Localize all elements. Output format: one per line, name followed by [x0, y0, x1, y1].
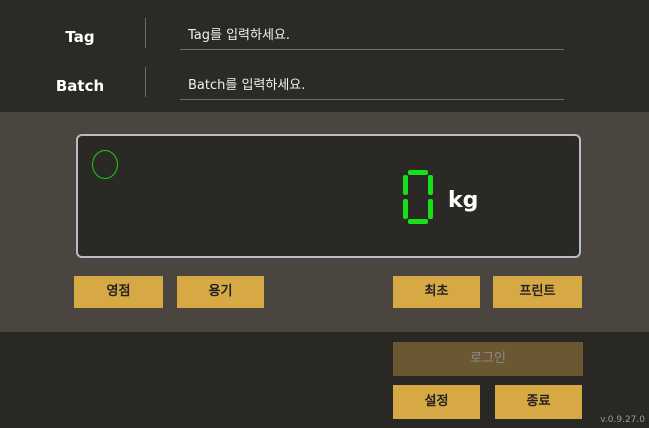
- tag-label: Tag: [65, 28, 95, 46]
- zero-button[interactable]: 영점: [74, 276, 163, 308]
- segment-f: [403, 175, 408, 195]
- login-button[interactable]: 로그인: [393, 342, 583, 376]
- exit-button[interactable]: 종료: [495, 385, 582, 419]
- segment-b: [428, 175, 433, 195]
- footer-panel: 로그인 설정 종료 v.0.9.27.0: [0, 332, 649, 428]
- settings-button[interactable]: 설정: [393, 385, 480, 419]
- seven-segment-digit: [403, 170, 433, 224]
- weight-unit: kg: [448, 188, 479, 213]
- header-panel: Tag Batch: [0, 0, 649, 112]
- tag-input[interactable]: [180, 22, 564, 50]
- batch-divider: [145, 67, 146, 97]
- segment-d: [408, 219, 428, 224]
- scale-panel: 0 kg 영점 용기 최초 프린트: [0, 112, 649, 332]
- tag-divider: [145, 18, 146, 48]
- batch-label: Batch: [55, 77, 105, 95]
- segment-a: [408, 170, 428, 175]
- weight-display: 0 kg: [76, 134, 581, 258]
- status-indicator-icon: [92, 150, 118, 179]
- batch-input[interactable]: [180, 72, 564, 100]
- segment-e: [403, 199, 408, 219]
- weight-readout: 0: [401, 168, 435, 230]
- segment-c: [428, 199, 433, 219]
- container-button[interactable]: 용기: [177, 276, 264, 308]
- print-button[interactable]: 프린트: [493, 276, 582, 308]
- initial-button[interactable]: 최초: [393, 276, 480, 308]
- version-label: v.0.9.27.0: [600, 415, 645, 425]
